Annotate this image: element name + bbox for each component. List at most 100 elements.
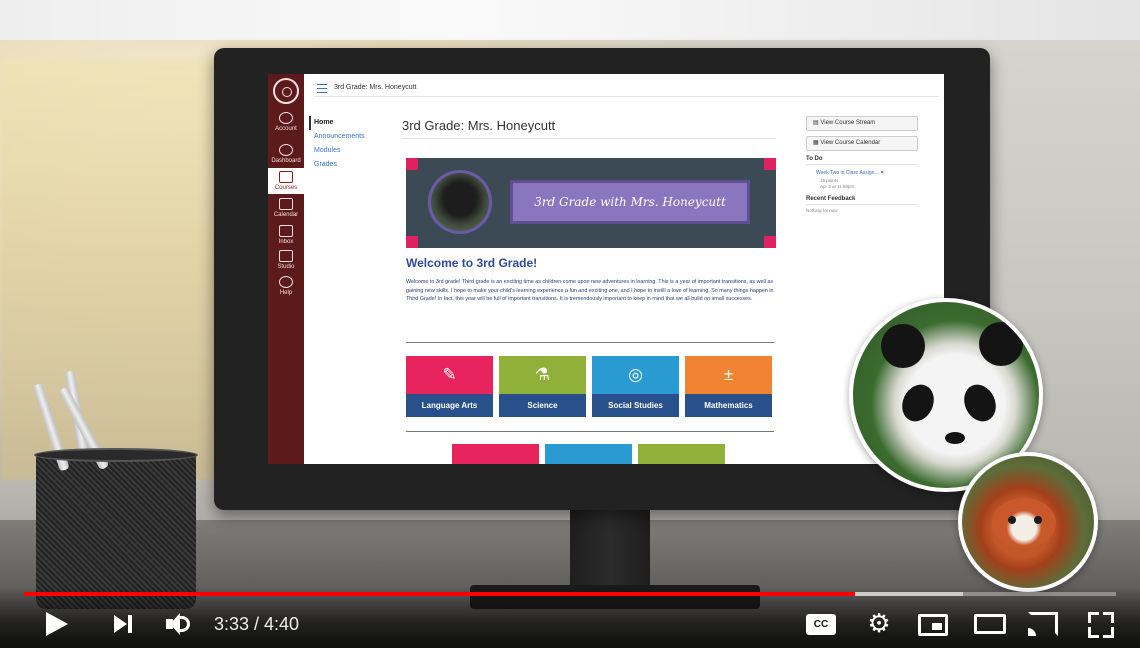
subject-tile-mathematics: ± Mathematics xyxy=(685,356,772,417)
subject-tile-partial xyxy=(545,444,632,464)
view-course-stream-button: ▤ View Course Stream xyxy=(806,116,918,131)
dashboard-icon xyxy=(279,144,293,156)
tile-icon-area: ± xyxy=(685,356,772,394)
recent-feedback-heading: Recent Feedback xyxy=(806,196,918,205)
next-icon-bar xyxy=(128,615,132,633)
subject-label: Mathematics xyxy=(685,394,772,417)
flask-icon: ⚗ xyxy=(534,365,551,384)
time-display: 3:33 / 4:40 xyxy=(214,614,300,634)
subject-label: Language Arts xyxy=(406,394,493,417)
panda-eye xyxy=(896,379,940,427)
divider xyxy=(406,431,774,432)
video-player[interactable]: Account Dashboard Courses Calendar Inbox… xyxy=(0,0,1140,648)
monitor-screen: Account Dashboard Courses Calendar Inbox… xyxy=(268,74,944,464)
panda-ear xyxy=(979,322,1023,366)
calendar-icon xyxy=(279,198,293,210)
red-panda-face xyxy=(992,498,1056,548)
course-nav-home: Home xyxy=(309,116,365,130)
banner-corner xyxy=(406,236,418,248)
panda-ear xyxy=(881,324,925,368)
global-nav-label: Courses xyxy=(274,185,298,191)
pencil-cup-rim xyxy=(34,448,198,462)
banner-corner xyxy=(406,158,418,170)
hamburger-icon xyxy=(317,84,327,93)
global-nav-courses: Courses xyxy=(268,168,304,194)
red-panda-eye xyxy=(1008,516,1016,524)
subject-tile-partial xyxy=(638,444,725,464)
global-nav-label: Dashboard xyxy=(271,158,301,164)
volume-button[interactable] xyxy=(166,613,194,635)
miniplayer-button[interactable] xyxy=(918,614,948,636)
global-nav-account: Account xyxy=(268,112,304,132)
speaker-cone-icon xyxy=(170,613,180,635)
inbox-icon xyxy=(279,225,293,237)
subject-tile-language-arts: ✎ Language Arts xyxy=(406,356,493,417)
todo-due: Apr 3 at 11:59pm xyxy=(820,184,855,189)
account-icon xyxy=(279,112,293,124)
background-window xyxy=(0,60,220,480)
todo-item: Week Two in Class Assign... ✕ xyxy=(816,170,918,176)
banner-corner xyxy=(764,158,776,170)
panda-nose xyxy=(945,432,965,444)
global-nav-help: Help xyxy=(268,276,304,296)
view-course-calendar-button: ▦ View Course Calendar xyxy=(806,136,918,151)
global-nav-dashboard: Dashboard xyxy=(268,144,304,164)
tile-icon-area: ◎ xyxy=(592,356,679,394)
progress-played[interactable] xyxy=(24,592,855,596)
subject-tile-social-studies: ◎ Social Studies xyxy=(592,356,679,417)
calculator-icon: ± xyxy=(723,365,734,384)
global-nav: Account Dashboard Courses Calendar Inbox… xyxy=(268,74,304,464)
play-button[interactable] xyxy=(46,612,68,636)
button-label: View Course Stream xyxy=(820,120,876,126)
course-topbar: 3rd Grade: Mrs. Honeycutt xyxy=(314,80,938,97)
ceiling xyxy=(0,0,1140,40)
global-nav-label: Calendar xyxy=(273,212,299,218)
captions-button[interactable]: CC xyxy=(806,614,836,635)
course-right-sidebar: ▤ View Course Stream ▦ View Course Calen… xyxy=(806,116,918,213)
cast-button[interactable] xyxy=(1028,612,1058,636)
panda-eye xyxy=(958,379,1002,427)
red-panda-eye xyxy=(1034,516,1042,524)
help-icon xyxy=(279,276,293,288)
settings-gear-icon[interactable]: ⚙ xyxy=(866,610,892,636)
banner-plaque: 3rd Grade with Mrs. Honeycutt xyxy=(510,180,750,224)
next-icon xyxy=(114,615,127,633)
button-label: View Course Calendar xyxy=(820,140,881,146)
studio-icon xyxy=(279,250,293,262)
todo-heading: To Do xyxy=(806,156,918,165)
volume-wave-icon xyxy=(180,616,190,632)
welcome-text: Welcome to 3rd grade! Third grade is an … xyxy=(406,279,774,303)
title-divider xyxy=(402,138,776,139)
pencil-icon: ✎ xyxy=(442,365,457,384)
todo-item-title: Week Two in Class Assign... xyxy=(816,170,879,176)
breadcrumb: 3rd Grade: Mrs. Honeycutt xyxy=(334,84,417,91)
globe-icon: ◎ xyxy=(628,365,643,384)
close-icon: ✕ xyxy=(880,170,885,176)
monitor-stand xyxy=(570,505,650,595)
course-nav-grades: Grades xyxy=(314,161,337,168)
next-button[interactable] xyxy=(114,615,134,633)
banner-corner xyxy=(764,236,776,248)
tile-icon-area: ⚗ xyxy=(499,356,586,394)
subject-tile-partial xyxy=(452,444,539,464)
global-nav-studio: Studio xyxy=(268,250,304,270)
course-nav: Home Announcements Modules Grades xyxy=(309,116,365,172)
global-nav-label: Account xyxy=(275,126,297,132)
tile-icon-area: ✎ xyxy=(406,356,493,394)
global-nav-inbox: Inbox xyxy=(268,225,304,245)
welcome-heading: Welcome to 3rd Grade! xyxy=(406,256,538,270)
cast-icon xyxy=(1028,628,1036,636)
red-panda-photo xyxy=(958,452,1098,592)
fullscreen-button[interactable] xyxy=(1088,612,1114,638)
courses-icon xyxy=(279,171,293,183)
divider xyxy=(406,342,774,343)
subject-label: Social Studies xyxy=(592,394,679,417)
miniplayer-icon xyxy=(932,623,942,630)
global-nav-label: Help xyxy=(279,290,293,296)
theater-mode-button[interactable] xyxy=(974,614,1006,634)
course-nav-announcements: Announcements xyxy=(314,133,365,140)
banner-text: 3rd Grade with Mrs. Honeycutt xyxy=(534,195,726,209)
bear-photo xyxy=(428,170,492,234)
global-nav-calendar: Calendar xyxy=(268,198,304,218)
canvas-logo-icon xyxy=(273,78,299,104)
